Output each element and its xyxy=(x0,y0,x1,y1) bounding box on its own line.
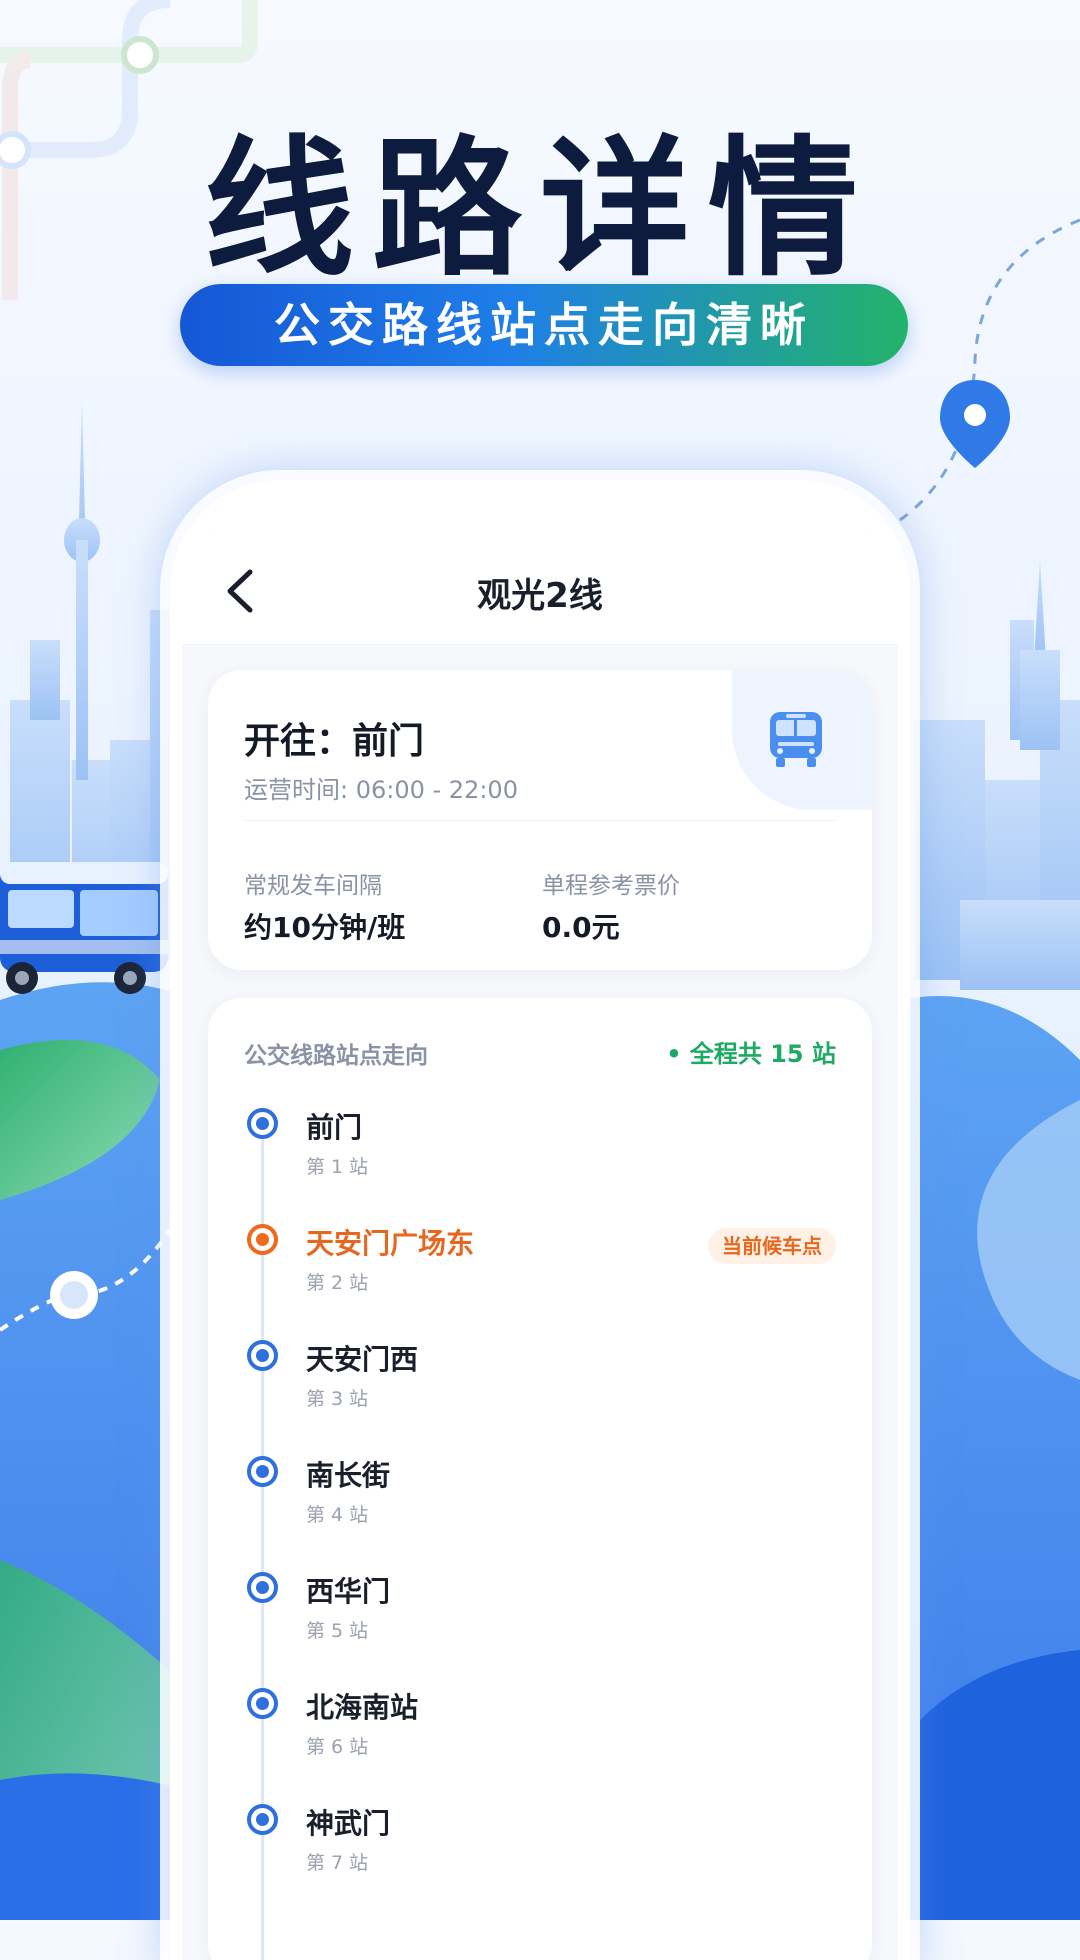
fare-value: 0.0元 xyxy=(542,911,620,944)
stop-name: 神武门 xyxy=(306,1807,391,1840)
app-screen: 观光2线 开往：前门 运营时间: 06:00 - 22:00 常规发车间隔 约1… xyxy=(182,504,898,1960)
destination-label: 开往：前门 xyxy=(244,721,425,762)
stops-heading: 公交线路站点走向 xyxy=(244,1043,428,1069)
current-stop-marker-icon xyxy=(247,1224,278,1255)
stop-number: 第 7 站 xyxy=(306,1852,369,1874)
stop-marker-icon xyxy=(247,1688,278,1719)
stop-marker-icon xyxy=(247,1108,278,1139)
stop-item[interactable]: 西华门 第 5 站 xyxy=(208,1570,872,1670)
top-navigation-bar: 观光2线 xyxy=(182,504,898,645)
interval-label: 常规发车间隔 xyxy=(244,873,382,899)
phone-frame: 观光2线 开往：前门 运营时间: 06:00 - 22:00 常规发车间隔 约1… xyxy=(170,480,910,1960)
stop-marker-icon xyxy=(247,1572,278,1603)
total-stops-count: • 全程共 15 站 xyxy=(666,1040,836,1068)
stop-number: 第 5 站 xyxy=(306,1620,369,1642)
stop-item[interactable]: 神武门 第 7 站 xyxy=(208,1802,872,1902)
stop-number: 第 2 站 xyxy=(306,1272,369,1294)
stop-item[interactable]: 天安门西 第 3 站 xyxy=(208,1338,872,1438)
fare-label: 单程参考票价 xyxy=(542,873,680,899)
stop-item[interactable]: 北海南站 第 6 站 xyxy=(208,1686,872,1786)
page-title: 观光2线 xyxy=(477,576,603,616)
stop-name: 北海南站 xyxy=(306,1691,419,1724)
stop-number: 第 6 站 xyxy=(306,1736,369,1758)
stop-marker-icon xyxy=(247,1456,278,1487)
stop-number: 第 3 站 xyxy=(306,1388,369,1410)
stop-marker-icon xyxy=(247,1804,278,1835)
stop-name: 天安门广场东 xyxy=(306,1227,475,1260)
stop-item-current[interactable]: 天安门广场东 第 2 站 当前候车点 xyxy=(208,1222,872,1322)
stop-name: 西华门 xyxy=(306,1575,391,1608)
route-info-card: 开往：前门 运营时间: 06:00 - 22:00 常规发车间隔 约10分钟/班… xyxy=(208,670,872,970)
stop-name: 天安门西 xyxy=(306,1343,419,1376)
hero-subtitle-pill: 公交路线站点走向清晰 xyxy=(180,284,908,366)
stop-name: 前门 xyxy=(306,1111,363,1144)
hero-title: 线路详情 xyxy=(203,123,876,297)
stop-marker-icon xyxy=(247,1340,278,1371)
stop-name: 南长街 xyxy=(306,1459,391,1492)
interval-value: 约10分钟/班 xyxy=(244,911,406,944)
current-stop-badge: 当前候车点 xyxy=(708,1228,836,1264)
bus-icon xyxy=(770,712,822,767)
stops-card: 公交线路站点走向 • 全程共 15 站 前门 第 1 站 天安门广场东 第 2 … xyxy=(208,998,872,1960)
stop-item[interactable]: 前门 第 1 站 xyxy=(208,1106,872,1206)
operating-hours: 运营时间: 06:00 - 22:00 xyxy=(244,776,518,804)
card-divider xyxy=(244,820,836,821)
stop-number: 第 1 站 xyxy=(306,1156,369,1178)
stop-item[interactable]: 南长街 第 4 站 xyxy=(208,1454,872,1554)
stop-number: 第 4 站 xyxy=(306,1504,369,1526)
